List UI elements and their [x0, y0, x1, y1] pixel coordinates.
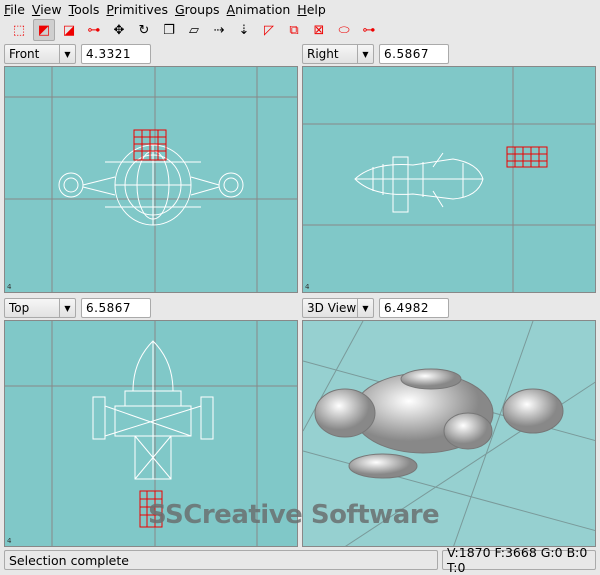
- view-select-front[interactable]: Front ▼: [4, 44, 76, 64]
- front-viewport-header: Front ▼ 4.3321: [4, 43, 151, 65]
- select-faces-icon[interactable]: ◩: [33, 19, 55, 41]
- move-icon[interactable]: ✥: [108, 19, 130, 41]
- status-stats: V:1870 F:3668 G:0 B:0 T:0: [442, 545, 596, 575]
- viewport-corner-label: 4: [7, 283, 12, 291]
- viewport-corner-label: 4: [7, 537, 12, 545]
- select-groups-icon[interactable]: ◪: [58, 19, 80, 41]
- menu-tools[interactable]: Tools: [69, 2, 100, 17]
- view-select-value: Top: [9, 301, 30, 315]
- menu-primitives[interactable]: Primitives: [106, 2, 168, 17]
- menu-bar: File View Tools Primitives Groups Animat…: [0, 0, 600, 18]
- viewport-front[interactable]: 4: [4, 66, 298, 293]
- torus-icon[interactable]: ⊶: [358, 19, 380, 41]
- front-wireframe: [5, 67, 297, 292]
- cylinder-icon[interactable]: ⬭: [333, 19, 355, 41]
- viewport-right[interactable]: 4: [302, 66, 596, 293]
- view-select-value: Right: [307, 47, 339, 61]
- scale-icon[interactable]: ❐: [158, 19, 180, 41]
- right-viewport-header: Right ▼ 6.5867: [302, 43, 449, 65]
- toolbar: ⬚ ◩ ◪ ⊶ ✥ ↻ ❐ ▱ ⇢ ⇣ ◸ ⧉ ⊠ ⬭ ⊶: [0, 18, 600, 42]
- select-vertices-icon[interactable]: ⬚: [8, 19, 30, 41]
- right-wireframe: [303, 67, 595, 292]
- menu-groups[interactable]: Groups: [175, 2, 220, 17]
- select-bones-icon[interactable]: ⊶: [83, 19, 105, 41]
- zoom-input-top[interactable]: 6.5867: [81, 298, 151, 318]
- view-select-top[interactable]: Top ▼: [4, 298, 76, 318]
- zoom-input-3d[interactable]: 6.4982: [379, 298, 449, 318]
- viewport-corner-label: 4: [305, 283, 310, 291]
- select-connected-icon[interactable]: ⇢: [208, 19, 230, 41]
- chevron-down-icon: ▼: [357, 45, 373, 63]
- 3d-viewport-header: 3D View ▼ 6.4982: [302, 297, 449, 319]
- chevron-down-icon: ▼: [357, 299, 373, 317]
- chevron-down-icon: ▼: [59, 45, 75, 63]
- zoom-input-right[interactable]: 6.5867: [379, 44, 449, 64]
- status-message: Selection complete: [4, 550, 438, 570]
- watermark-logo: SSCreative Software: [148, 500, 440, 530]
- box-icon[interactable]: ⧉: [283, 19, 305, 41]
- shear-icon[interactable]: ▱: [183, 19, 205, 41]
- menu-view[interactable]: View: [32, 2, 62, 17]
- add-vertex-icon[interactable]: ⇣: [233, 19, 255, 41]
- sphere-icon[interactable]: ⊠: [308, 19, 330, 41]
- zoom-input-front[interactable]: 4.3321: [81, 44, 151, 64]
- view-select-value: 3D View: [307, 301, 357, 315]
- menu-help[interactable]: Help: [297, 2, 326, 17]
- top-viewport-header: Top ▼ 6.5867: [4, 297, 151, 319]
- menu-file[interactable]: File: [4, 2, 25, 17]
- cube-icon[interactable]: ◸: [258, 19, 280, 41]
- rotate-icon[interactable]: ↻: [133, 19, 155, 41]
- view-select-value: Front: [9, 47, 40, 61]
- chevron-down-icon: ▼: [59, 299, 75, 317]
- view-select-3d[interactable]: 3D View ▼: [302, 298, 374, 318]
- menu-animation[interactable]: Animation: [227, 2, 291, 17]
- view-select-right[interactable]: Right ▼: [302, 44, 374, 64]
